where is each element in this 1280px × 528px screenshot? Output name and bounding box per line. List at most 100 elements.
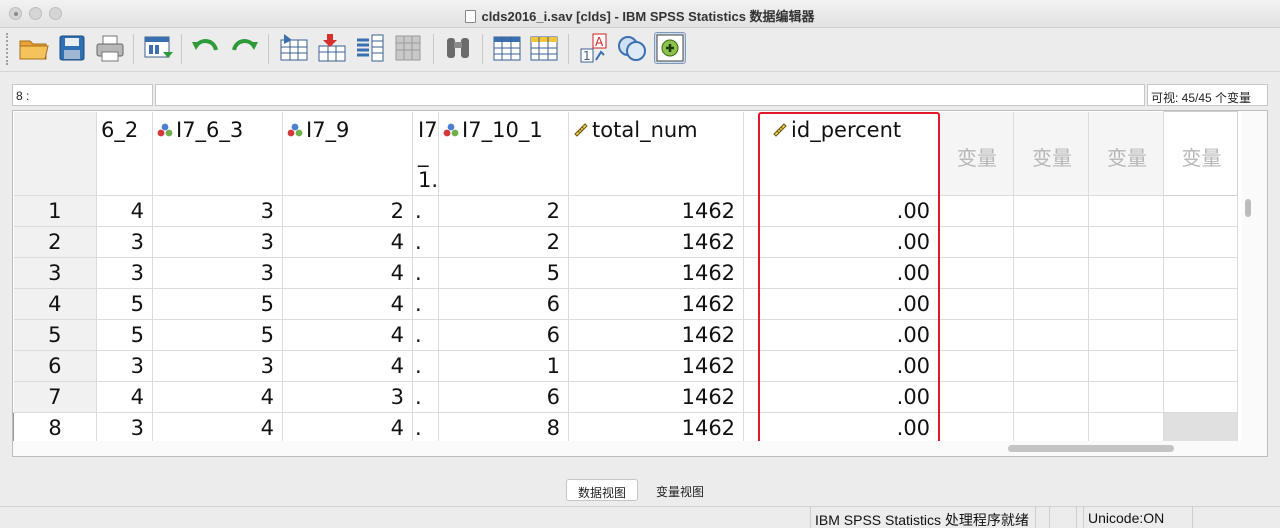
data-cell[interactable]: 4 [282,257,413,289]
data-cell[interactable]: 4 [282,412,413,441]
tab-data-view[interactable]: 数据视图 [566,479,638,501]
cell-value-input[interactable] [155,84,1145,106]
corner-header[interactable] [13,111,97,196]
data-cell[interactable]: . [412,350,440,382]
empty-variable-header[interactable]: 变量 [938,111,1015,196]
data-cell[interactable]: 3 [152,226,283,258]
data-cell[interactable]: 2 [438,226,570,258]
empty-variable-header[interactable]: 变量 [1088,111,1165,196]
data-cell[interactable]: 4 [96,381,153,413]
data-cell[interactable]: . [412,381,440,413]
data-cell[interactable]: 1462 [568,319,745,351]
data-cell[interactable]: 4 [282,226,413,258]
data-cell[interactable]: 1462 [568,350,745,382]
empty-cell[interactable] [1163,319,1239,351]
horizontal-scrollbar-thumb[interactable] [1008,445,1174,452]
data-cell[interactable]: . [412,319,440,351]
tab-variable-view[interactable]: 变量视图 [644,479,716,501]
undo-icon[interactable] [190,32,222,64]
empty-cell[interactable] [1088,226,1165,258]
redo-icon[interactable] [228,32,260,64]
empty-cell[interactable] [938,350,1015,382]
column-header[interactable]: id_percent [743,111,940,196]
data-cell[interactable]: 5 [152,288,283,320]
data-cell[interactable]: 3 [152,350,283,382]
data-cell[interactable]: .00 [743,257,940,289]
data-cell[interactable]: 1462 [568,226,745,258]
data-cell[interactable]: .00 [743,412,940,441]
data-cell[interactable]: 2 [282,195,413,227]
data-cell[interactable]: 5 [438,257,570,289]
data-cell[interactable]: .00 [743,226,940,258]
column-header[interactable]: I7_10_1 [438,111,570,196]
data-cell[interactable]: 1462 [568,381,745,413]
find-icon[interactable] [442,32,474,64]
data-cell[interactable]: 3 [152,195,283,227]
data-cell[interactable]: .00 [743,350,940,382]
empty-cell[interactable] [1088,319,1165,351]
data-cell[interactable]: . [412,195,440,227]
data-cell[interactable]: 1462 [568,412,745,441]
toolbar-grip[interactable] [6,33,10,65]
recall-dialog-icon[interactable] [142,32,174,64]
data-cell[interactable]: . [412,412,440,441]
empty-cell[interactable] [1013,195,1090,227]
empty-cell[interactable] [1088,257,1165,289]
row-number[interactable]: 7 [13,381,97,413]
empty-variable-header[interactable]: 变量 [1163,111,1239,196]
empty-cell[interactable] [938,288,1015,320]
vertical-scrollbar[interactable] [1242,111,1267,441]
row-number[interactable]: 4 [13,288,97,320]
data-cell[interactable]: 4 [282,288,413,320]
variables-icon[interactable] [354,32,386,64]
column-header[interactable]: I7 _ 1. [412,111,440,196]
data-cell[interactable]: 1462 [568,257,745,289]
data-cell[interactable]: 8 [438,412,570,441]
empty-cell[interactable] [938,412,1015,441]
row-number[interactable]: 2 [13,226,97,258]
data-cell[interactable]: 1462 [568,288,745,320]
row-number[interactable]: 5 [13,319,97,351]
open-folder-icon[interactable] [18,32,50,64]
empty-cell[interactable] [1013,319,1090,351]
empty-cell[interactable] [1163,195,1239,227]
empty-cell[interactable] [938,381,1015,413]
data-cell[interactable]: 2 [438,195,570,227]
goto-case-icon[interactable] [278,32,310,64]
data-cell[interactable]: 4 [152,381,283,413]
select-cases-icon[interactable] [654,32,686,64]
data-cell[interactable]: 3 [96,226,153,258]
empty-cell[interactable] [1088,195,1165,227]
empty-cell[interactable] [938,257,1015,289]
column-header[interactable]: I7_9 [282,111,413,196]
column-header[interactable]: I7_6_3 [152,111,283,196]
empty-cell[interactable] [1163,226,1239,258]
empty-cell[interactable] [1013,412,1090,441]
row-number[interactable]: 8 [13,412,97,441]
empty-cell[interactable] [1163,257,1239,289]
row-number[interactable]: 1 [13,195,97,227]
save-icon[interactable] [56,32,88,64]
weight-cases-icon[interactable] [616,32,648,64]
data-cell[interactable]: 6 [438,381,570,413]
horizontal-scrollbar[interactable] [13,441,1267,456]
data-cell[interactable]: .00 [743,195,940,227]
empty-cell[interactable] [938,195,1015,227]
empty-cell[interactable] [938,226,1015,258]
print-icon[interactable] [94,32,126,64]
empty-cell[interactable] [1163,350,1239,382]
data-cell[interactable]: . [412,226,440,258]
empty-cell[interactable] [1088,288,1165,320]
data-cell[interactable]: 6 [438,319,570,351]
data-cell[interactable]: 3 [152,257,283,289]
data-cell[interactable]: 3 [96,350,153,382]
data-cell[interactable]: 1462 [568,195,745,227]
column-header[interactable]: total_num [568,111,745,196]
empty-cell[interactable] [1088,381,1165,413]
empty-cell[interactable] [938,319,1015,351]
data-cell[interactable]: 6 [438,288,570,320]
data-cell[interactable]: 4 [96,195,153,227]
row-number[interactable]: 6 [13,350,97,382]
data-cell[interactable]: 4 [282,350,413,382]
data-cell[interactable]: .00 [743,381,940,413]
